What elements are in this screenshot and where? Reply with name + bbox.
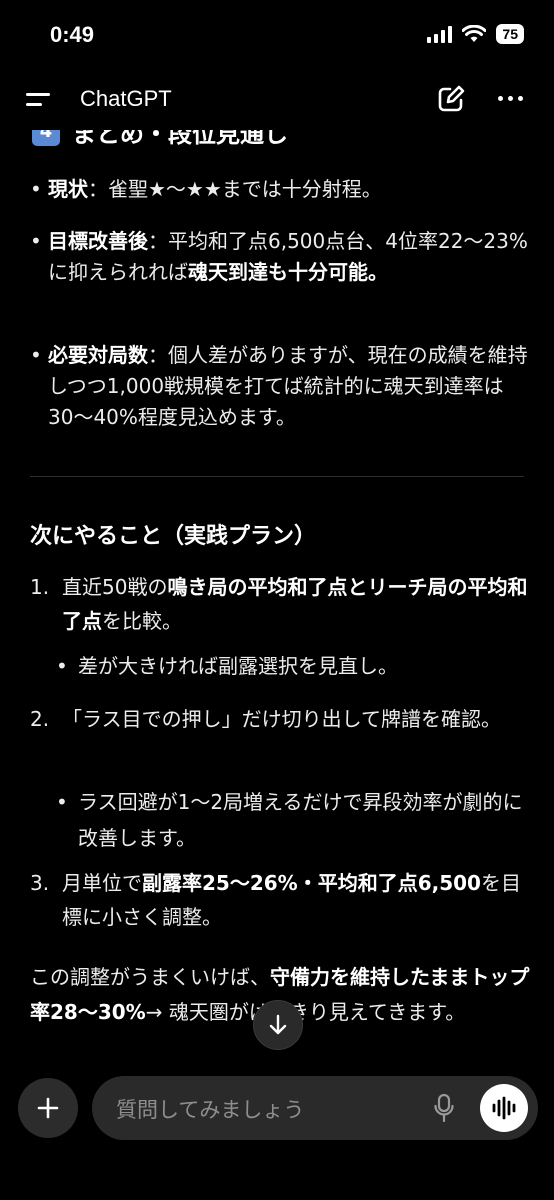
voice-mode-button[interactable]	[480, 1084, 528, 1132]
cellular-signal-icon	[427, 25, 453, 43]
bullet-label: 目標改善後	[48, 229, 148, 253]
summary-text: → 魂天圏がはっきり見えてきます。	[145, 1000, 466, 1024]
plan-item-2: 2. 「ラス目での押し」だけ切り出して牌譜を確認。	[30, 702, 530, 736]
item-number: 3.	[30, 871, 50, 895]
item-text: 月単位で	[62, 871, 142, 895]
section-heading-summary: 4 まとめ・段位見通し	[32, 130, 288, 149]
bullet-current: • 現状：雀聖★〜★★までは十分射程。	[30, 177, 382, 201]
item-emphasis: 副露率25〜26%・平均和了点6,500	[142, 871, 481, 895]
battery-indicator: 75	[496, 24, 524, 44]
item-text: を比較。	[102, 609, 182, 633]
bullet-label: 現状	[48, 177, 88, 201]
item-text: 直近50戦の	[62, 575, 168, 599]
number-badge: 4	[32, 130, 60, 146]
add-attachment-button[interactable]	[18, 1078, 78, 1138]
nav-bar: ChatGPT	[0, 70, 554, 130]
plan-item-1: 1. 直近50戦の鳴き局の平均和了点とリーチ局の平均和了点を比較。	[30, 570, 530, 638]
plus-icon	[37, 1097, 59, 1119]
scroll-to-bottom-button[interactable]	[253, 1000, 303, 1050]
app-title: ChatGPT	[80, 86, 172, 111]
item-text: 「ラス目での押し」だけ切り出して牌譜を確認。	[62, 707, 501, 731]
bullet-emphasis: 魂天到達も十分可能。	[188, 260, 388, 284]
bullet-label: 必要対局数	[48, 343, 148, 367]
subitem-text: 差が大きければ副露選択を見直し。	[78, 654, 398, 678]
more-options-icon[interactable]	[498, 96, 523, 101]
arrow-down-icon	[269, 1014, 287, 1035]
summary-text: この調整がうまくいけば、	[30, 965, 270, 989]
item-number: 1.	[30, 575, 50, 599]
status-time: 0:49	[50, 22, 95, 47]
menu-icon[interactable]	[26, 88, 54, 112]
bullet-text: ：雀聖★〜★★までは十分射程。	[88, 177, 382, 201]
heading-text: まとめ・段位見通し	[72, 130, 288, 148]
composer: 質問してみましょう	[0, 1070, 554, 1200]
bullet-goal: • 目標改善後：平均和了点6,500点台、4位率22〜23%に抑えられれば魂天到…	[30, 229, 528, 284]
divider	[30, 476, 524, 477]
bullet-games-needed: • 必要対局数：個人差がありますが、現在の成績を維持しつつ1,000戦規模を打て…	[30, 343, 528, 429]
microphone-icon[interactable]	[434, 1094, 454, 1122]
plan-item-3: 3. 月単位で副露率25〜26%・平均和了点6,500を目標に小さく調整。	[30, 866, 530, 934]
waveform-icon	[492, 1096, 516, 1120]
plan-subitem-1: • 差が大きければ副露選択を見直し。	[56, 648, 526, 684]
message-content: 4 まとめ・段位見通し • 現状：雀聖★〜★★までは十分射程。 • 目標改善後：…	[0, 130, 554, 1060]
message-input[interactable]: 質問してみましょう	[92, 1076, 538, 1140]
section-title-plan: 次にやること（実践プラン）	[30, 524, 317, 549]
status-bar: 0:49 75	[0, 0, 554, 70]
item-number: 2.	[30, 707, 50, 731]
subitem-text: ラス回避が1〜2局増えるだけで昇段効率が劇的に改善します。	[78, 790, 523, 850]
status-icons: 75	[427, 24, 524, 44]
plan-subitem-2: • ラス回避が1〜2局増えるだけで昇段効率が劇的に改善します。	[56, 784, 526, 856]
input-placeholder: 質問してみましょう	[116, 1098, 305, 1122]
new-chat-icon[interactable]	[436, 84, 466, 114]
wifi-icon	[462, 25, 487, 42]
